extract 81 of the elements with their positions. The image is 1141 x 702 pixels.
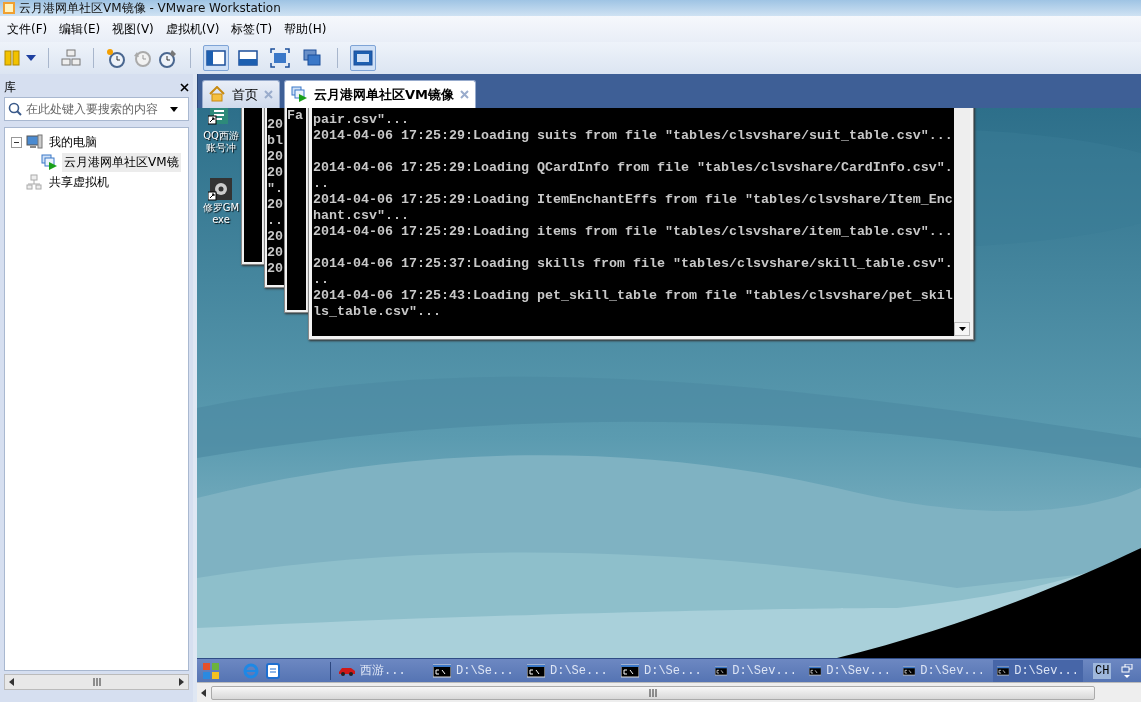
console-line: 2014-04-06 17:25:29:Loading items from file "tables/clsvshare/item_table.csv"... <box>313 224 954 240</box>
icon-label: 修罗GM <box>202 202 240 214</box>
console-line: 20 <box>267 149 284 165</box>
console-line: 20 <box>267 117 284 133</box>
app-icon <box>3 2 15 14</box>
menu-item[interactable]: 帮助(H) <box>278 18 333 40</box>
menu-item[interactable]: 文件(F) <box>1 18 54 40</box>
console-line: ". <box>267 181 284 197</box>
menu-item[interactable]: 视图(V) <box>106 18 160 40</box>
console-line: 20 <box>267 197 284 213</box>
console-line: .. <box>313 272 330 288</box>
tree-item[interactable]: 云月港网单社区VM镜 <box>62 152 181 172</box>
tab[interactable]: 云月港网单社区VM镜像 <box>284 80 476 108</box>
console-line: bl <box>267 133 284 149</box>
tree-item[interactable]: 我的电脑 <box>47 132 99 152</box>
fullscreen-icon <box>270 48 290 68</box>
grip-icon <box>92 678 101 686</box>
menu-item[interactable]: 标签(T) <box>225 18 279 40</box>
icon-label: QQ西游 <box>203 130 239 142</box>
console-line: pair.csv"... <box>313 112 410 128</box>
console-line: hant.csv"... <box>313 208 410 224</box>
search-icon <box>8 102 22 116</box>
taskbar-item[interactable]: D:\Sev... <box>993 659 1083 682</box>
console-line: 2014-04-06 17:25:29:Loading suits from file "tables/clsvshare/suit_table.csv"... <box>313 128 954 144</box>
tab[interactable]: 首页 <box>202 80 280 108</box>
console-line: 20 <box>267 261 284 277</box>
clock-icon[interactable] <box>106 48 126 68</box>
collapse-icon[interactable] <box>11 136 22 148</box>
terminal-icon <box>621 662 639 679</box>
virtual-machine-icon <box>291 86 308 103</box>
console-line: Fa <box>287 108 304 124</box>
scrollbar[interactable] <box>4 674 189 690</box>
left-arrow-icon <box>199 687 209 698</box>
restore-icon[interactable] <box>1121 663 1134 678</box>
icon-label: 账号冲 <box>206 142 236 154</box>
console-line: .. <box>267 213 284 229</box>
close-icon[interactable] <box>180 82 189 92</box>
virtual-machine-icon <box>41 153 58 171</box>
caret-icon[interactable] <box>26 55 36 61</box>
caret-icon[interactable] <box>170 106 178 112</box>
car-icon <box>339 665 355 676</box>
console-line: ls_table.csv"... <box>313 304 442 320</box>
panel-title: 库 <box>4 78 16 96</box>
network-icon[interactable] <box>61 49 81 67</box>
sidebar-icon <box>206 48 226 68</box>
console-line: 2014-04-06 17:25:29:Loading ItemEnchantEffs from file "tables/clsvshare/Item_Enc <box>313 192 954 208</box>
menu-item[interactable]: 虚拟机(V) <box>159 18 226 40</box>
clock-icon[interactable] <box>158 48 178 68</box>
terminal-icon <box>433 662 451 679</box>
down-arrow-icon[interactable] <box>958 327 966 331</box>
console-view-button[interactable] <box>350 45 376 71</box>
start-icon[interactable] <box>203 662 219 679</box>
home-icon <box>209 86 226 103</box>
tree-item[interactable]: 共享虚拟机 <box>47 172 111 192</box>
scrollbar[interactable] <box>197 682 1141 702</box>
search-field[interactable]: 在此处键入要搜索的内容 <box>4 97 189 121</box>
console-line: 20 <box>267 229 284 245</box>
terminal-icon <box>527 662 545 679</box>
document-icon[interactable] <box>265 662 281 679</box>
right-arrow-icon <box>179 678 184 686</box>
gear-icon[interactable] <box>208 178 234 202</box>
console-view-icon <box>353 48 373 68</box>
console-line: 20 <box>267 165 284 181</box>
console-line: .. <box>313 176 330 192</box>
window-title: 云月港网单社区VM镜像 - VMware Workstation <box>19 1 281 15</box>
left-arrow-icon <box>9 678 14 686</box>
console-line: 2014-04-06 17:25:43:Loading pet_skill_table from file "tables/clsvshare/pet_skil <box>313 288 954 304</box>
scrollbar[interactable] <box>954 108 970 336</box>
sidebar-button[interactable] <box>203 45 229 71</box>
network-icon <box>26 173 43 191</box>
icon-label: exe <box>212 214 230 226</box>
menu-item[interactable]: 编辑(E) <box>53 18 107 40</box>
console-line: 2014-04-06 17:25:29:Loading QCardInfo from file "tables/clsvshare/CardInfo.csv". <box>313 160 954 176</box>
computer-icon <box>26 133 43 151</box>
grip-icon <box>649 688 657 697</box>
console-line: 20 <box>267 245 284 261</box>
language-indicator[interactable]: CH <box>1093 662 1112 679</box>
console-line: 2014-04-06 17:25:37:Loading skills from file "tables/clsvshare/skill_table.csv". <box>313 256 954 272</box>
panel-icon <box>238 48 258 68</box>
windows-icon <box>302 48 322 68</box>
fullscreen-button[interactable] <box>267 45 293 71</box>
